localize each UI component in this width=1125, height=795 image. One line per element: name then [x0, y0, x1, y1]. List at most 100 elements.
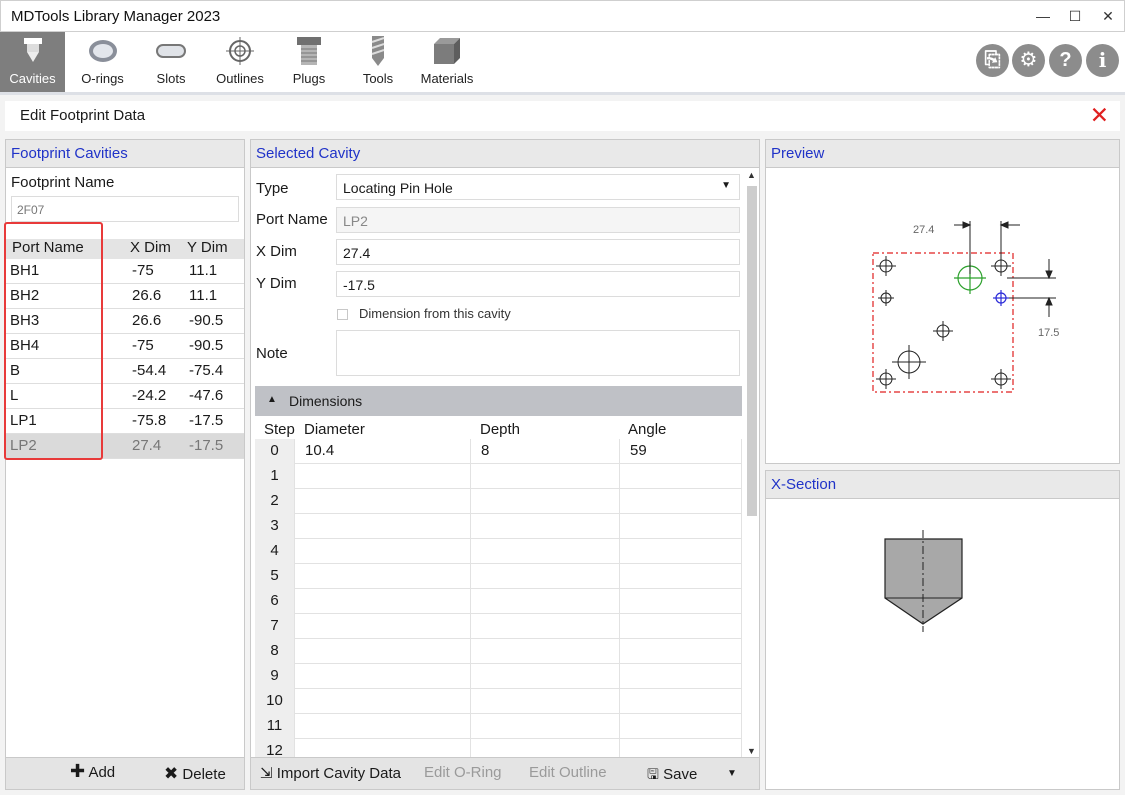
- tab-label: Materials: [420, 71, 474, 86]
- port-name-field[interactable]: LP2: [336, 207, 740, 233]
- diameter-cell[interactable]: [295, 614, 471, 639]
- depth-cell[interactable]: [471, 464, 620, 489]
- angle-cell[interactable]: [620, 539, 742, 564]
- dimension-row[interactable]: 1: [255, 464, 742, 489]
- angle-cell[interactable]: [620, 589, 742, 614]
- dimension-checkbox[interactable]: [337, 309, 348, 320]
- save-dropdown-icon[interactable]: ▼: [727, 768, 737, 779]
- y-dim-field[interactable]: -17.5: [336, 271, 740, 297]
- note-field[interactable]: [336, 330, 740, 376]
- diameter-cell[interactable]: [295, 539, 471, 564]
- type-label: Type: [256, 180, 289, 197]
- dimension-row[interactable]: 11: [255, 714, 742, 739]
- x-dimension-text: 27.4: [913, 224, 934, 236]
- diameter-cell[interactable]: [295, 564, 471, 589]
- depth-cell[interactable]: [471, 489, 620, 514]
- minimize-button[interactable]: —: [1026, 1, 1060, 31]
- diameter-cell[interactable]: [295, 464, 471, 489]
- black-cavities: [876, 256, 1011, 389]
- depth-cell[interactable]: [471, 514, 620, 539]
- dimension-row[interactable]: 6: [255, 589, 742, 614]
- dimension-row[interactable]: 9: [255, 664, 742, 689]
- import-cavity-data-button[interactable]: ⇲ Import Cavity Data: [260, 764, 401, 782]
- diameter-cell[interactable]: 10.4: [295, 439, 471, 464]
- tab-materials[interactable]: Materials: [414, 32, 480, 92]
- vertical-scrollbar[interactable]: ▲ ▼: [745, 170, 759, 760]
- import-file-button[interactable]: ⎘: [976, 44, 1009, 77]
- depth-cell[interactable]: [471, 589, 620, 614]
- save-button[interactable]: 🖫 Save: [647, 764, 697, 788]
- dimension-row[interactable]: 8: [255, 639, 742, 664]
- x-dim-cell: -75: [132, 262, 154, 279]
- angle-cell[interactable]: [620, 614, 742, 639]
- tab-tools[interactable]: Tools: [347, 32, 409, 92]
- diameter-cell[interactable]: [295, 589, 471, 614]
- tab-outlines[interactable]: Outlines: [208, 32, 272, 92]
- settings-button[interactable]: ⚙: [1012, 44, 1045, 77]
- add-label: Add: [88, 764, 116, 781]
- angle-cell[interactable]: [620, 714, 742, 739]
- diameter-cell[interactable]: [295, 639, 471, 664]
- close-icon[interactable]: ✕: [1090, 102, 1109, 129]
- depth-cell[interactable]: [471, 539, 620, 564]
- edit-o-ring-button[interactable]: Edit O-Ring: [424, 764, 502, 781]
- x-dim-field[interactable]: 27.4: [336, 239, 740, 265]
- dimension-checkbox-label: Dimension from this cavity: [359, 306, 511, 321]
- diameter-cell[interactable]: [295, 689, 471, 714]
- dimension-row[interactable]: 7: [255, 614, 742, 639]
- maximize-button[interactable]: ☐: [1058, 1, 1092, 31]
- dimension-row[interactable]: 0 10.4 8 59: [255, 439, 742, 464]
- angle-cell[interactable]: 59: [620, 439, 742, 464]
- tab-label: O-rings: [81, 71, 124, 86]
- step-cell: 7: [255, 614, 295, 639]
- footprint-name-field[interactable]: 2F07: [11, 196, 239, 222]
- column-header[interactable]: Y Dim: [187, 239, 228, 256]
- dimension-row[interactable]: 3: [255, 514, 742, 539]
- dimension-row[interactable]: 4: [255, 539, 742, 564]
- column-header[interactable]: X Dim: [130, 239, 171, 256]
- diameter-cell[interactable]: [295, 714, 471, 739]
- angle-cell[interactable]: [620, 464, 742, 489]
- gear-icon: ⚙: [1019, 49, 1038, 71]
- diameter-cell[interactable]: [295, 664, 471, 689]
- tab-plugs[interactable]: Plugs: [278, 32, 340, 92]
- cross-section-drawing: [884, 530, 963, 632]
- add-button[interactable]: ✚ Add: [70, 762, 116, 781]
- diameter-cell[interactable]: [295, 489, 471, 514]
- angle-cell[interactable]: [620, 514, 742, 539]
- panel-header: Preview: [766, 140, 1119, 168]
- import-icon: ⇲: [260, 765, 273, 782]
- help-button[interactable]: ?: [1049, 44, 1082, 77]
- angle-cell[interactable]: [620, 489, 742, 514]
- tab-cavities[interactable]: Cavities: [0, 32, 65, 92]
- dimension-row[interactable]: 10: [255, 689, 742, 714]
- info-icon: i: [1098, 48, 1107, 72]
- tab-o-rings[interactable]: O-rings: [70, 32, 135, 92]
- edit-outline-button[interactable]: Edit Outline: [529, 764, 607, 781]
- angle-cell[interactable]: [620, 689, 742, 714]
- tab-slots[interactable]: Slots: [140, 32, 202, 92]
- angle-cell[interactable]: [620, 639, 742, 664]
- scrollbar-thumb[interactable]: [747, 186, 757, 516]
- x-dim-cell: -75: [132, 337, 154, 354]
- depth-cell[interactable]: 8: [471, 439, 620, 464]
- diameter-cell[interactable]: [295, 514, 471, 539]
- dimension-row[interactable]: 5: [255, 564, 742, 589]
- angle-cell[interactable]: [620, 564, 742, 589]
- scroll-down-icon[interactable]: ▼: [747, 746, 756, 756]
- dimension-row[interactable]: 2: [255, 489, 742, 514]
- delete-button[interactable]: ✖ Delete: [164, 764, 226, 784]
- type-dropdown[interactable]: Locating Pin Hole ▼: [336, 174, 740, 200]
- info-button[interactable]: i: [1086, 44, 1119, 77]
- depth-cell[interactable]: [471, 664, 620, 689]
- x-dim-cell: 26.6: [132, 287, 162, 304]
- depth-cell[interactable]: [471, 564, 620, 589]
- depth-cell[interactable]: [471, 689, 620, 714]
- scroll-up-icon[interactable]: ▲: [747, 170, 756, 180]
- dimensions-section-header[interactable]: ▲ Dimensions: [255, 386, 742, 416]
- angle-cell[interactable]: [620, 664, 742, 689]
- depth-cell[interactable]: [471, 614, 620, 639]
- depth-cell[interactable]: [471, 714, 620, 739]
- close-window-button[interactable]: ✕: [1091, 1, 1125, 31]
- depth-cell[interactable]: [471, 639, 620, 664]
